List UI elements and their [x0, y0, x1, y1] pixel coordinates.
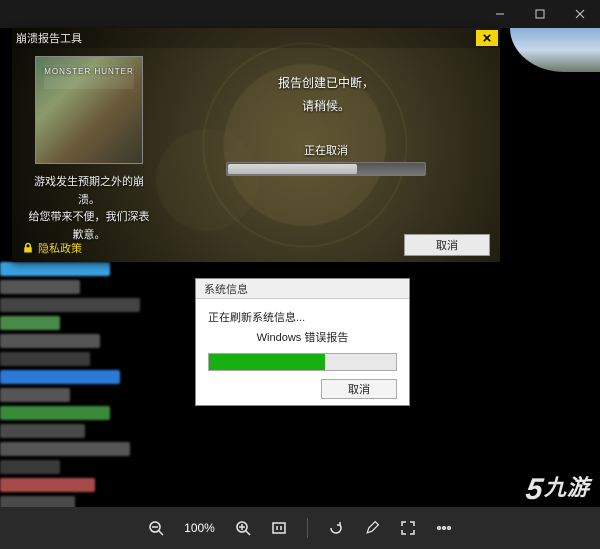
- crash-apology-line1: 游戏发生预期之外的崩溃。: [24, 174, 154, 209]
- system-info-cancel-button[interactable]: 取消: [321, 379, 397, 399]
- minimize-button[interactable]: [480, 0, 520, 28]
- blurred-row: [0, 298, 140, 312]
- crash-progress-label: 正在取消: [174, 142, 478, 158]
- maximize-button[interactable]: [520, 0, 560, 28]
- window-titlebar: [0, 0, 600, 28]
- game-thumbnail-title: MONSTER HUNTER: [36, 67, 142, 76]
- close-button[interactable]: [560, 0, 600, 28]
- blurred-row: [0, 352, 90, 366]
- crash-status-line2: 请稍候。: [174, 97, 478, 114]
- crash-report-dialog: 崩溃报告工具 MONSTER HUNTER 游戏发生预期之外的崩溃。 给您带来不…: [12, 28, 500, 262]
- blurred-row: [0, 442, 130, 456]
- watermark-text: 九游: [544, 475, 590, 500]
- blurred-row: [0, 280, 80, 294]
- zoom-level-label: 100%: [184, 521, 215, 535]
- blurred-row: [0, 370, 120, 384]
- more-options-button[interactable]: [436, 520, 452, 536]
- background-sky-fragment: [510, 28, 600, 72]
- crash-dialog-header: 崩溃报告工具: [12, 28, 500, 48]
- viewer-toolbar: 100%: [0, 507, 600, 549]
- toolbar-divider: [307, 518, 308, 538]
- system-info-dialog: 系统信息 正在刷新系统信息... Windows 错误报告 取消: [195, 278, 410, 406]
- blurred-row: [0, 262, 110, 276]
- crash-cancel-button[interactable]: 取消: [404, 234, 490, 256]
- system-info-title: 系统信息: [196, 279, 409, 299]
- system-info-line2: Windows 错误报告: [208, 329, 397, 345]
- privacy-policy-link[interactable]: 隐私政策: [22, 240, 82, 256]
- actual-size-button[interactable]: [271, 520, 287, 536]
- system-info-progress-bar: [208, 353, 397, 371]
- blurred-row: [0, 460, 60, 474]
- crash-status-line1: 报告创建已中断，: [174, 74, 478, 91]
- rotate-button[interactable]: [328, 520, 344, 536]
- zoom-in-button[interactable]: [235, 520, 251, 536]
- crash-close-button[interactable]: [476, 30, 498, 46]
- privacy-policy-label: 隐私政策: [38, 240, 82, 256]
- fullscreen-button[interactable]: [400, 520, 416, 536]
- blurred-row: [0, 334, 100, 348]
- crash-progress-fill: [228, 164, 357, 174]
- watermark-logo: 5九游: [526, 469, 590, 503]
- system-info-progress-fill: [209, 354, 325, 370]
- edit-button[interactable]: [364, 520, 380, 536]
- system-info-line1: 正在刷新系统信息...: [208, 309, 397, 325]
- lock-icon: [22, 242, 34, 254]
- blurred-sidebar: [0, 262, 168, 514]
- blurred-row: [0, 388, 70, 402]
- blurred-row: [0, 424, 85, 438]
- blurred-row: [0, 406, 110, 420]
- game-thumbnail: MONSTER HUNTER: [35, 56, 143, 164]
- crash-progress-bar: [226, 162, 426, 176]
- zoom-out-button[interactable]: [148, 520, 164, 536]
- blurred-row: [0, 316, 60, 330]
- crash-dialog-title: 崩溃报告工具: [16, 30, 82, 46]
- blurred-row: [0, 478, 95, 492]
